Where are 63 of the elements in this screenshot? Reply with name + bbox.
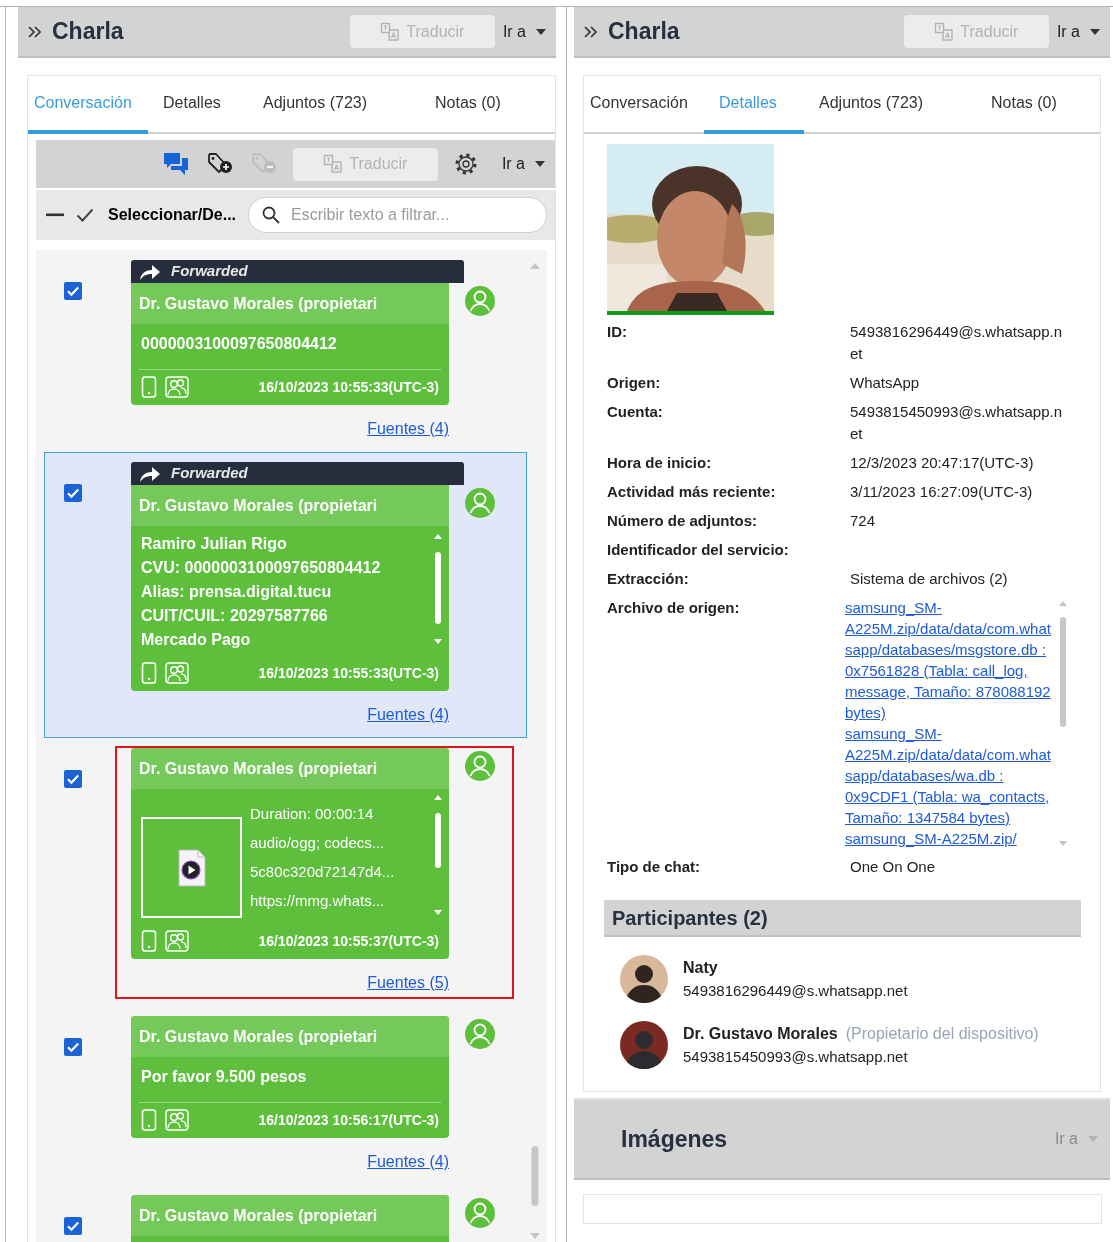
sources-link[interactable]: Fuentes (5) (367, 974, 449, 991)
owner-note: (Propietario del dispositivo) (845, 1024, 1039, 1042)
field-value: 5493815450993@s.whatsapp.net (850, 402, 1064, 444)
tab[interactable]: Adjuntos (723) (248, 76, 420, 134)
sender-name: Dr. Gustavo Morales (propietari (131, 485, 449, 526)
sender-name: Dr. Gustavo Morales (propietari (131, 748, 449, 789)
attachment-detail: 5c80c320d72147d4... (250, 862, 396, 882)
file-link[interactable]: samsung_SM-A225M.zip/ (845, 828, 1052, 849)
section-header: Participantes (2) (604, 900, 1081, 937)
tab[interactable]: Adjuntos (723) (804, 76, 976, 134)
select-toggle-button[interactable]: Seleccionar/De... (104, 203, 241, 227)
attachment-detail: audio/ogg; codecs... (250, 833, 386, 853)
message-text: Por favor 9.500 pesos (140, 1067, 308, 1087)
field-label: Actividad más reciente: (607, 482, 777, 502)
forwarded-label: Forwarded (171, 261, 248, 282)
attachment-detail: https://mmg.whats... (250, 891, 386, 911)
field-label: Tipo de chat: (607, 857, 702, 877)
goto-dropdown[interactable]: Ir a (1048, 19, 1102, 44)
participant-id: 5493816296449@s.whatsapp.net (683, 980, 908, 1001)
timestamp: 16/10/2023 10:55:37(UTC-3) (258, 931, 439, 951)
participant-name: Naty (683, 958, 718, 976)
sources-link[interactable]: Fuentes (4) (367, 420, 449, 437)
field-label: ID: (607, 322, 628, 342)
tab[interactable]: Conversación (584, 76, 704, 134)
search-field[interactable]: Escribir texto a filtrar... (248, 197, 547, 233)
panel-title: Charla (608, 17, 680, 47)
tab[interactable]: Notas (0) (976, 76, 1100, 134)
field-value: 5493816296449@s.whatsapp.net (850, 322, 1064, 364)
field-value: 724 (850, 511, 877, 531)
message-text: 0000003100097650804412 (140, 334, 338, 354)
selected-message-row[interactable]: Forwarded Dr. Gustavo Morales (propietari Ramiro Julian Rigo CVU: 0000003100097650804412 Alias: prensa.digital.tucu CUIT/CUIL: 20297587766 Mercado Pago 16/10/2023 10:55:33(UTC-3) Fuentes (4) (44, 452, 527, 738)
field-label: Hora de inicio: (607, 453, 713, 473)
field-value: 3/11/2023 16:27:09(UTC-3) (850, 482, 1034, 502)
sender-name: Dr. Gustavo Morales (propietari (131, 283, 449, 324)
sources-link[interactable]: Fuentes (4) (367, 706, 449, 723)
tab[interactable]: Notas (0) (420, 76, 555, 134)
field-value: Sistema de archivos (2) (850, 569, 1009, 589)
sender-name: Dr. Gustavo Morales (propietari (131, 1016, 449, 1057)
field-label: Número de adjuntos: (607, 511, 758, 531)
field-label: Extracción: (607, 569, 690, 589)
section-title: Imágenes (621, 1124, 728, 1154)
timestamp: 16/10/2023 10:55:33(UTC-3) (258, 663, 439, 683)
sources-link[interactable]: Fuentes (4) (367, 1153, 449, 1170)
file-link[interactable]: samsung_SM-A225M.zip/data/data/com.whatsapp/databases/wa.db : 0x9CDF1 (Tabla: wa_contacts, Tamaño: 1347584 bytes) (845, 723, 1052, 828)
file-link[interactable]: samsung_SM-A225M.zip/data/data/com.whatsapp/databases/msgstore.db : 0x7561828 (Tabla: call_log, message, Tamaño: 878088192 bytes) (845, 597, 1052, 723)
field-label: Cuenta: (607, 402, 664, 422)
panel-title: Charla (52, 17, 124, 47)
field-label: Identificador del servicio: (607, 540, 790, 560)
goto-dropdown[interactable]: Ir a (493, 152, 547, 176)
field-label: Origen: (607, 373, 662, 393)
timestamp: 16/10/2023 10:56:17(UTC-3) (258, 1110, 439, 1130)
field-value: WhatsApp (850, 373, 921, 393)
message-text: Ramiro Julian Rigo CVU: 0000003100097650804412 Alias: prensa.digital.tucu CUIT/CUIL: 20297587766 Mercado Pago (141, 534, 382, 650)
field-value: 12/3/2023 20:47:17(UTC-3) (850, 453, 1035, 473)
forwarded-label: Forwarded (171, 463, 248, 484)
timestamp: 16/10/2023 10:55:33(UTC-3) (258, 377, 439, 397)
goto-dropdown[interactable]: Ir a (494, 19, 548, 44)
participant-name: Dr. Gustavo Morales (683, 1024, 838, 1042)
sender-name: Dr. Gustavo Morales (propietari (131, 1195, 449, 1236)
field-value: One On One (850, 857, 937, 877)
tab[interactable]: Detalles (148, 76, 248, 134)
attachment-detail: Duration: 00:00:14 (250, 804, 375, 824)
participant-id: 5493815450993@s.whatsapp.net (683, 1046, 909, 1067)
